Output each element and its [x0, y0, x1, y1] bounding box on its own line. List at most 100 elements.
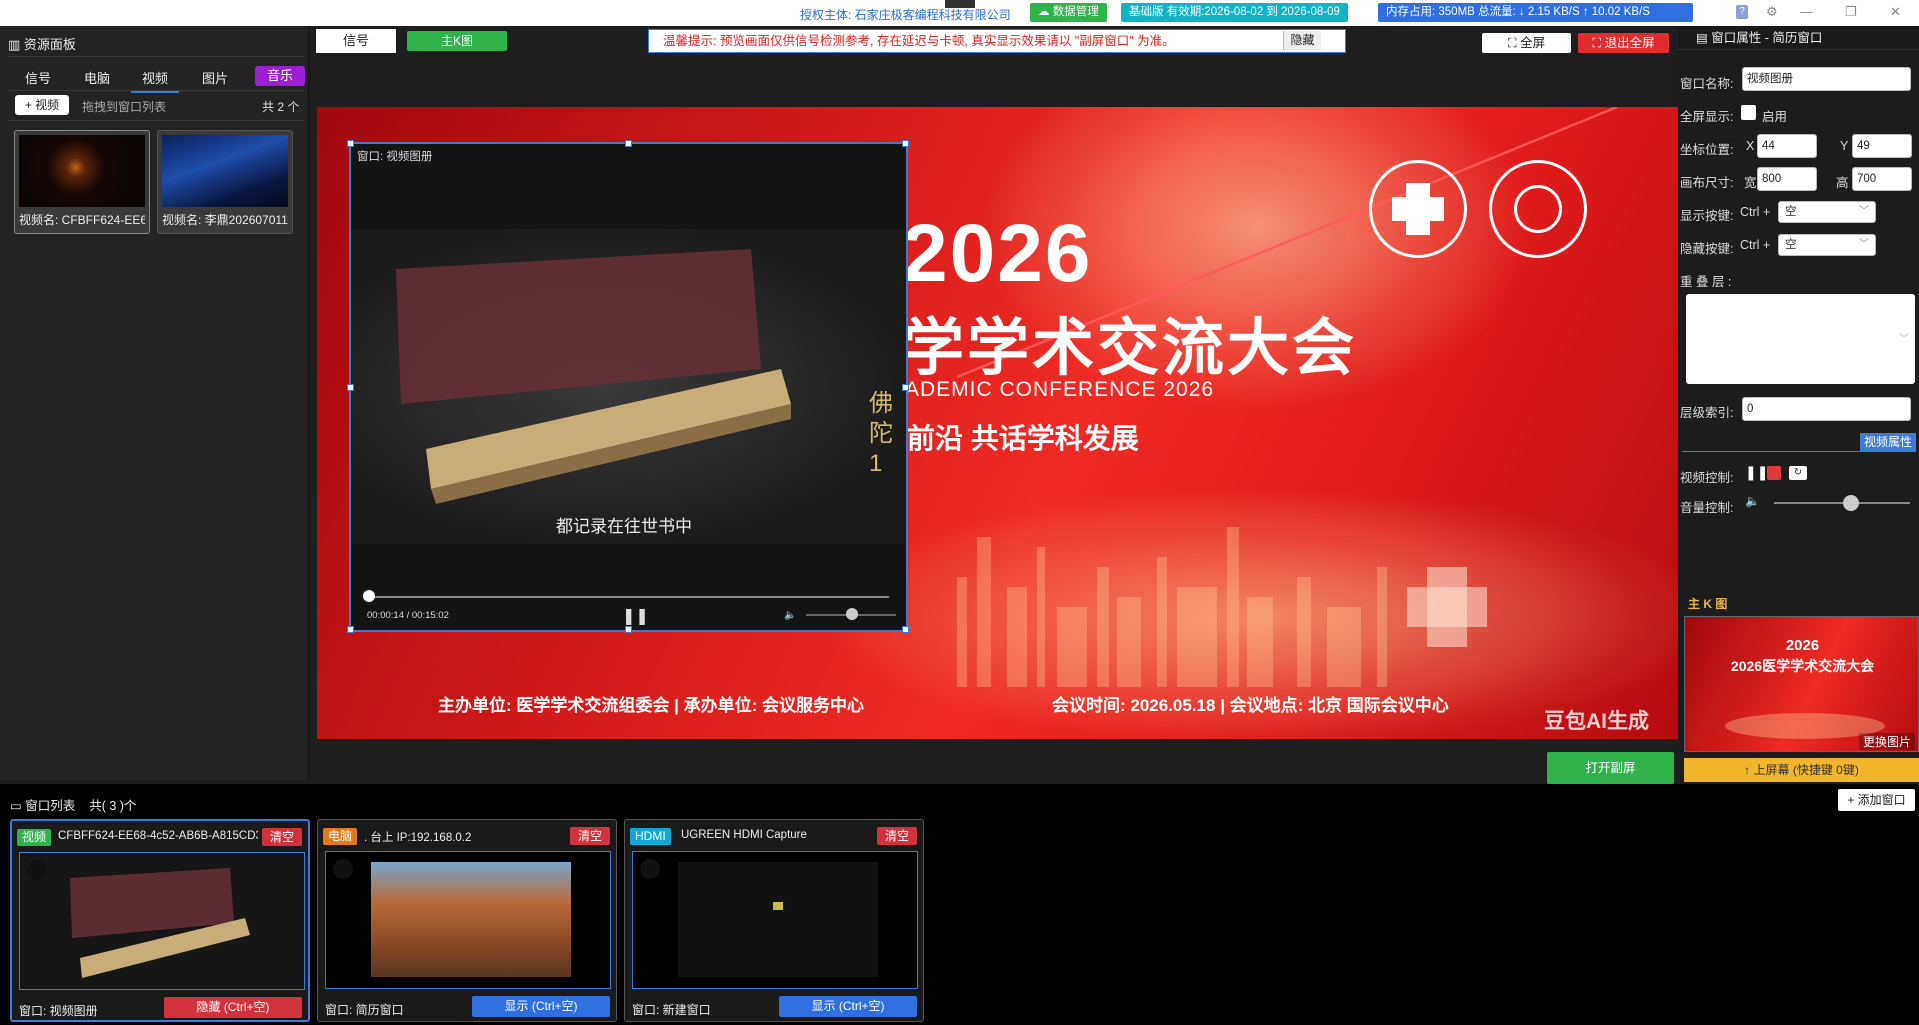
main-k-image-year: 2026 [1785, 637, 1820, 654]
ai-watermark: 豆包AI生成 [1544, 710, 1649, 733]
resize-handle[interactable] [625, 140, 632, 147]
source-type-tag: 视频 [17, 829, 52, 846]
source-type-tag: HDMI [630, 828, 671, 845]
volume-slider-knob[interactable] [1843, 495, 1859, 511]
video-thumb[interactable]: 视频名: 李鼎20260701111 [157, 130, 293, 234]
add-window-button[interactable]: + 添加窗口 [1838, 789, 1915, 811]
width-label: 宽 [1744, 176, 1757, 190]
tab-computer[interactable]: 电脑 [73, 68, 121, 87]
show-window-button[interactable]: 显示 (Ctrl+空) [472, 996, 610, 1017]
tab-music[interactable]: 音乐 [255, 66, 305, 86]
close-icon[interactable]: ✕ [1890, 4, 1901, 20]
volume-slider[interactable] [1774, 502, 1910, 504]
canvas-meeting-info: 会议时间: 2026.05.18 | 会议地点: 北京 国际会议中心 [1052, 696, 1449, 715]
window-list-title: ▭ 窗口列表 共( 3 )个 [10, 799, 137, 813]
drag-grip[interactable] [945, 0, 975, 8]
resize-handle[interactable] [902, 384, 909, 391]
show-window-button[interactable]: 显示 (Ctrl+空) [779, 996, 917, 1017]
show-key-ctrl: Ctrl + [1740, 205, 1771, 219]
open-secondary-screen-button[interactable]: 打开副屏 [1547, 752, 1674, 784]
tab-image[interactable]: 图片 [191, 68, 239, 87]
hide-warning-button[interactable]: 隐藏 [1283, 31, 1321, 50]
resize-handle[interactable] [625, 626, 632, 633]
push-to-screen-button[interactable]: ↑ 上屏幕 (快捷键 0键) [1684, 758, 1919, 782]
video-volume-knob[interactable] [846, 608, 858, 620]
x-input[interactable]: 44 [1757, 134, 1817, 158]
window-name-label: 窗口名称: [1680, 77, 1734, 91]
video-properties-tab[interactable]: 视频属性 [1860, 433, 1916, 451]
x-label: X [1746, 139, 1755, 153]
window-list-panel: ▭ 窗口列表 共( 3 )个 + 添加窗口 视频 CFBFF624-EE68-4… [0, 784, 1919, 1025]
show-key-label: 显示按键: [1680, 209, 1734, 223]
resize-handle[interactable] [347, 626, 354, 633]
add-video-button[interactable]: + 视频 [15, 95, 69, 115]
layer-index-label: 层级索引: [1680, 406, 1734, 420]
help-icon[interactable]: ? [1736, 5, 1748, 19]
main-k-image-title: 2026医学学术交流大会 [1730, 658, 1875, 674]
data-management-button[interactable]: ☁ 数据管理 [1030, 3, 1107, 22]
hide-key-select[interactable]: 空 ﹀ [1778, 234, 1876, 256]
resize-handle[interactable] [902, 140, 909, 147]
tab-signal[interactable]: 信号 [14, 68, 62, 87]
properties-title: ▤ 窗口属性 - 简历窗口 [1678, 26, 1919, 50]
preview-tab-main-k[interactable]: 主K图 [407, 31, 507, 51]
hide-key-label: 隐藏按键: [1680, 242, 1734, 256]
resource-panel: ▥ 资源面板 信号 电脑 视频 图片 音乐 + 视频 拖拽到窗口列表 共 2 个… [0, 26, 309, 780]
warning-banner: 温馨提示: 预览画面仅供信号检测参考, 存在延迟与卡顿, 真实显示效果请以 "副… [648, 29, 1346, 53]
height-input[interactable]: 700 [1852, 167, 1912, 191]
window-preview [632, 851, 918, 989]
minimize-icon[interactable]: — [1800, 4, 1813, 19]
width-input[interactable]: 800 [1757, 167, 1817, 191]
fullscreen-button[interactable]: ⛶ 全屏 [1482, 33, 1571, 53]
window-properties-panel: ▤ 窗口属性 - 简历窗口 窗口名称: 视频图册 全屏显示: 启用 坐标位置: … [1678, 26, 1919, 782]
volume-icon[interactable]: 🔈 [784, 610, 796, 621]
volume-icon[interactable]: 🔈 [1745, 494, 1760, 508]
clear-button[interactable]: 清空 [570, 827, 610, 845]
pause-icon[interactable]: ❚❚ [1745, 464, 1768, 481]
canvas-slogan: 前沿 共话学科发展 [907, 423, 1139, 454]
edition-badge: 基础版 有效期:2026-08-02 到 2026-08-09 [1121, 3, 1348, 22]
video-window[interactable]: 窗口: 视频图册 佛陀 1 都记录在往世书中 00:00:14 / 00:15:… [347, 140, 909, 633]
window-name-input[interactable]: 视频图册 [1742, 67, 1911, 91]
window-preview [19, 852, 305, 990]
exit-fullscreen-button[interactable]: ⛶ 退出全屏 [1578, 33, 1669, 53]
canvas-title: 学学术交流大会 [902, 314, 1358, 383]
video-window-title: 窗口: 视频图册 [357, 151, 433, 163]
source-name: CFBFF624-EE68-4c52-AB6B-A815CD379E08 [58, 830, 258, 842]
video-progress-knob[interactable] [363, 590, 375, 602]
fullscreen-checkbox[interactable] [1741, 105, 1756, 120]
replace-image-button[interactable]: 更换图片 [1859, 733, 1916, 750]
replay-icon[interactable]: ↻ [1789, 466, 1807, 480]
video-thumb-caption: 视频名: 李鼎20260701111 [162, 213, 288, 227]
pause-icon[interactable]: ❚❚ [622, 606, 649, 626]
resize-handle[interactable] [902, 626, 909, 633]
video-thumb[interactable]: 视频名: CFBFF624-EE68-4c52-AB6B [14, 130, 150, 234]
layer-index-input[interactable]: 0 [1742, 397, 1911, 421]
window-name: 窗口: 简历窗口 [325, 1003, 404, 1017]
video-progress-bar[interactable] [369, 596, 889, 598]
window-preview [325, 851, 611, 989]
settings-icon[interactable]: ⚙ [1766, 4, 1778, 20]
window-count: 共( 3 )个 [89, 799, 137, 813]
resize-handle[interactable] [347, 140, 354, 147]
window-card[interactable]: 视频 CFBFF624-EE68-4c52-AB6B-A815CD379E08 … [10, 819, 310, 1022]
position-label: 坐标位置: [1680, 143, 1734, 157]
preview-tab-signal[interactable]: 信号 [316, 29, 396, 53]
canvas-organizer: 主办单位: 医学学术交流组委会 | 承办单位: 会议服务中心 [438, 696, 864, 715]
y-input[interactable]: 49 [1852, 134, 1912, 158]
top-bar: 授权主体: 石家庄极客编程科技有限公司 ☁ 数据管理 基础版 有效期:2026-… [0, 0, 1919, 26]
stop-icon[interactable] [1767, 466, 1781, 480]
window-card[interactable]: HDMI UGREEN HDMI Capture 清空 窗口: 新建窗口 显示 … [624, 819, 924, 1022]
volume-control-label: 音量控制: [1680, 501, 1734, 515]
resize-handle[interactable] [347, 384, 354, 391]
clear-button[interactable]: 清空 [877, 827, 917, 845]
hide-window-button[interactable]: 隐藏 (Ctrl+空) [164, 997, 302, 1018]
overlay-list[interactable]: ﹀ [1686, 294, 1915, 384]
clear-button[interactable]: 清空 [262, 828, 302, 846]
show-key-select[interactable]: 空 ﹀ [1778, 201, 1876, 223]
window-card[interactable]: 电脑 . 台上 IP:192.168.0.2 清空 窗口: 简历窗口 显示 (C… [317, 819, 617, 1022]
y-label: Y [1840, 139, 1849, 153]
maximize-icon[interactable]: ❐ [1845, 4, 1857, 20]
size-label: 画布尺寸: [1680, 176, 1734, 190]
main-k-image[interactable]: 2026 2026医学学术交流大会 [1684, 616, 1919, 752]
